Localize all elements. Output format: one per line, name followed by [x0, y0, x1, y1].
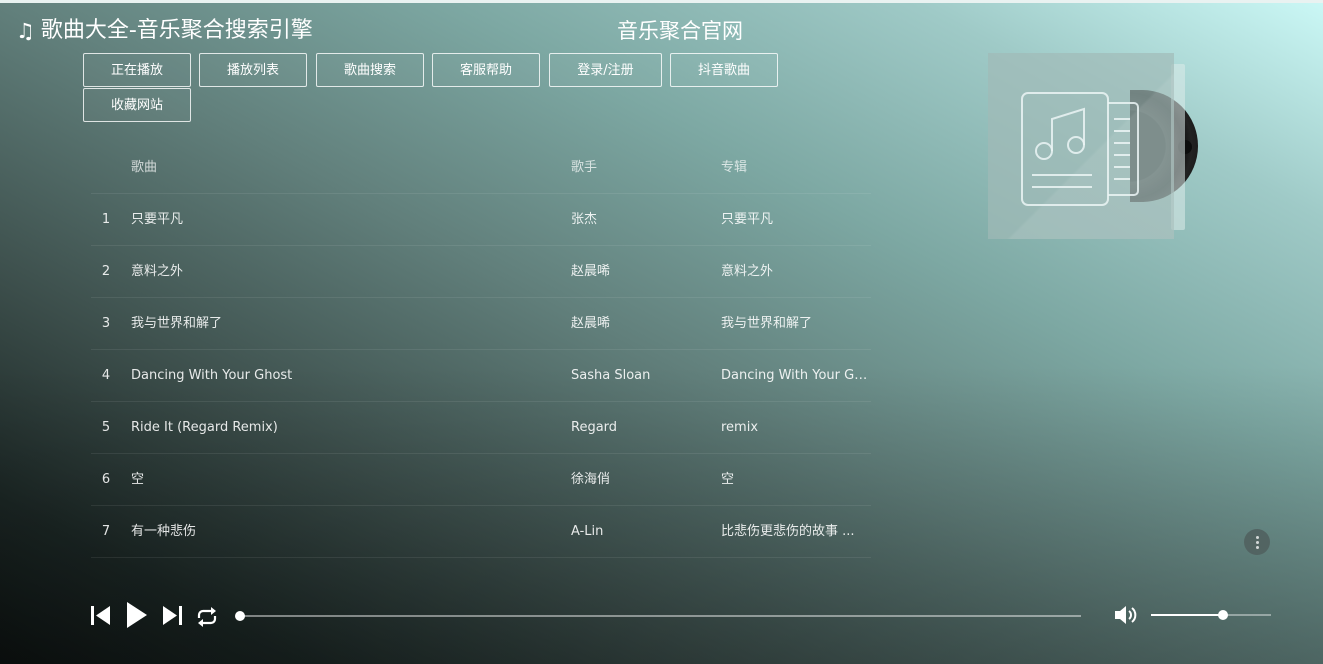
- table-header: 歌曲 歌手 专辑: [91, 142, 871, 194]
- song-title: 我与世界和解了: [131, 316, 223, 331]
- volume-handle[interactable]: [1218, 610, 1228, 620]
- table-row[interactable]: 6 空 徐海俏 空: [91, 454, 871, 506]
- volume-slider[interactable]: [1151, 610, 1271, 620]
- table-row[interactable]: 3 我与世界和解了 赵晨唏 我与世界和解了: [91, 298, 871, 350]
- track-number: 5: [101, 420, 111, 435]
- now-playing-button[interactable]: 正在播放: [83, 53, 191, 87]
- site-title-text: 歌曲大全-音乐聚合搜索引擎: [40, 18, 313, 43]
- volume-icon[interactable]: [1113, 603, 1141, 627]
- site-title[interactable]: ♫ 歌曲大全-音乐聚合搜索引擎: [16, 16, 313, 46]
- skip-next-icon[interactable]: [162, 605, 183, 626]
- album-name: Dancing With Your Gh...: [721, 368, 871, 383]
- bookmark-site-button[interactable]: 收藏网站: [83, 88, 191, 122]
- track-number: 6: [101, 472, 111, 487]
- table-row[interactable]: 1 只要平凡 张杰 只要平凡: [91, 194, 871, 246]
- song-title: 有一种悲伤: [131, 524, 197, 539]
- top-border: [0, 0, 1323, 3]
- more-vertical-icon[interactable]: [1244, 529, 1270, 555]
- album-name: 比悲伤更悲伤的故事 ...: [721, 524, 855, 539]
- album-name: 意料之外: [721, 264, 774, 279]
- progress-bar[interactable]: [235, 611, 1081, 621]
- song-title: 空: [131, 472, 145, 487]
- artist-name: 赵晨唏: [571, 264, 611, 279]
- progress-handle[interactable]: [235, 611, 245, 621]
- play-icon[interactable]: [125, 601, 148, 629]
- album-name: 我与世界和解了: [721, 316, 813, 331]
- customer-help-button[interactable]: 客服帮助: [432, 53, 540, 87]
- track-number: 3: [101, 316, 111, 331]
- album-name: remix: [721, 420, 759, 435]
- song-title: 只要平凡: [131, 212, 184, 227]
- song-title: Ride It (Regard Remix): [131, 420, 278, 435]
- track-number: 2: [101, 264, 111, 279]
- column-header-song: 歌曲: [131, 160, 158, 175]
- table-row[interactable]: 2 意料之外 赵晨唏 意料之外: [91, 246, 871, 298]
- album-cover: [988, 53, 1174, 239]
- song-title: 意料之外: [131, 264, 184, 279]
- volume-fill: [1151, 614, 1223, 616]
- douyin-songs-button[interactable]: 抖音歌曲: [670, 53, 778, 87]
- song-search-button[interactable]: 歌曲搜索: [316, 53, 424, 87]
- artist-name: 张杰: [571, 212, 598, 227]
- loop-icon[interactable]: [195, 606, 219, 628]
- song-title: Dancing With Your Ghost: [131, 368, 293, 383]
- track-number: 1: [101, 212, 111, 227]
- playlist-button[interactable]: 播放列表: [199, 53, 307, 87]
- skip-previous-icon[interactable]: [90, 605, 111, 626]
- playlist-table: 歌曲 歌手 专辑 1 只要平凡 张杰 只要平凡 2 意料之外 赵晨唏 意料之外 …: [91, 142, 871, 558]
- player-bar: [0, 596, 1323, 636]
- login-register-button[interactable]: 登录/注册: [549, 53, 662, 87]
- artist-name: Regard: [571, 420, 618, 435]
- album-name: 空: [721, 472, 735, 487]
- artist-name: 徐海俏: [571, 472, 611, 487]
- track-number: 4: [101, 368, 111, 383]
- table-row[interactable]: 7 有一种悲伤 A-Lin 比悲伤更悲伤的故事 ...: [91, 506, 871, 558]
- track-number: 7: [101, 524, 111, 539]
- album-cover-area: [988, 53, 1208, 239]
- table-row[interactable]: 5 Ride It (Regard Remix) Regard remix: [91, 402, 871, 454]
- music-note-icon: ♫: [16, 19, 35, 43]
- page-title: 音乐聚合官网: [617, 19, 743, 43]
- artist-name: Sasha Sloan: [571, 368, 651, 383]
- album-name: 只要平凡: [721, 212, 774, 227]
- column-header-artist: 歌手: [571, 160, 598, 175]
- column-header-album: 专辑: [721, 160, 748, 175]
- artist-name: A-Lin: [571, 524, 604, 539]
- table-row[interactable]: 4 Dancing With Your Ghost Sasha Sloan Da…: [91, 350, 871, 402]
- music-document-icon: [1021, 92, 1139, 206]
- artist-name: 赵晨唏: [571, 316, 611, 331]
